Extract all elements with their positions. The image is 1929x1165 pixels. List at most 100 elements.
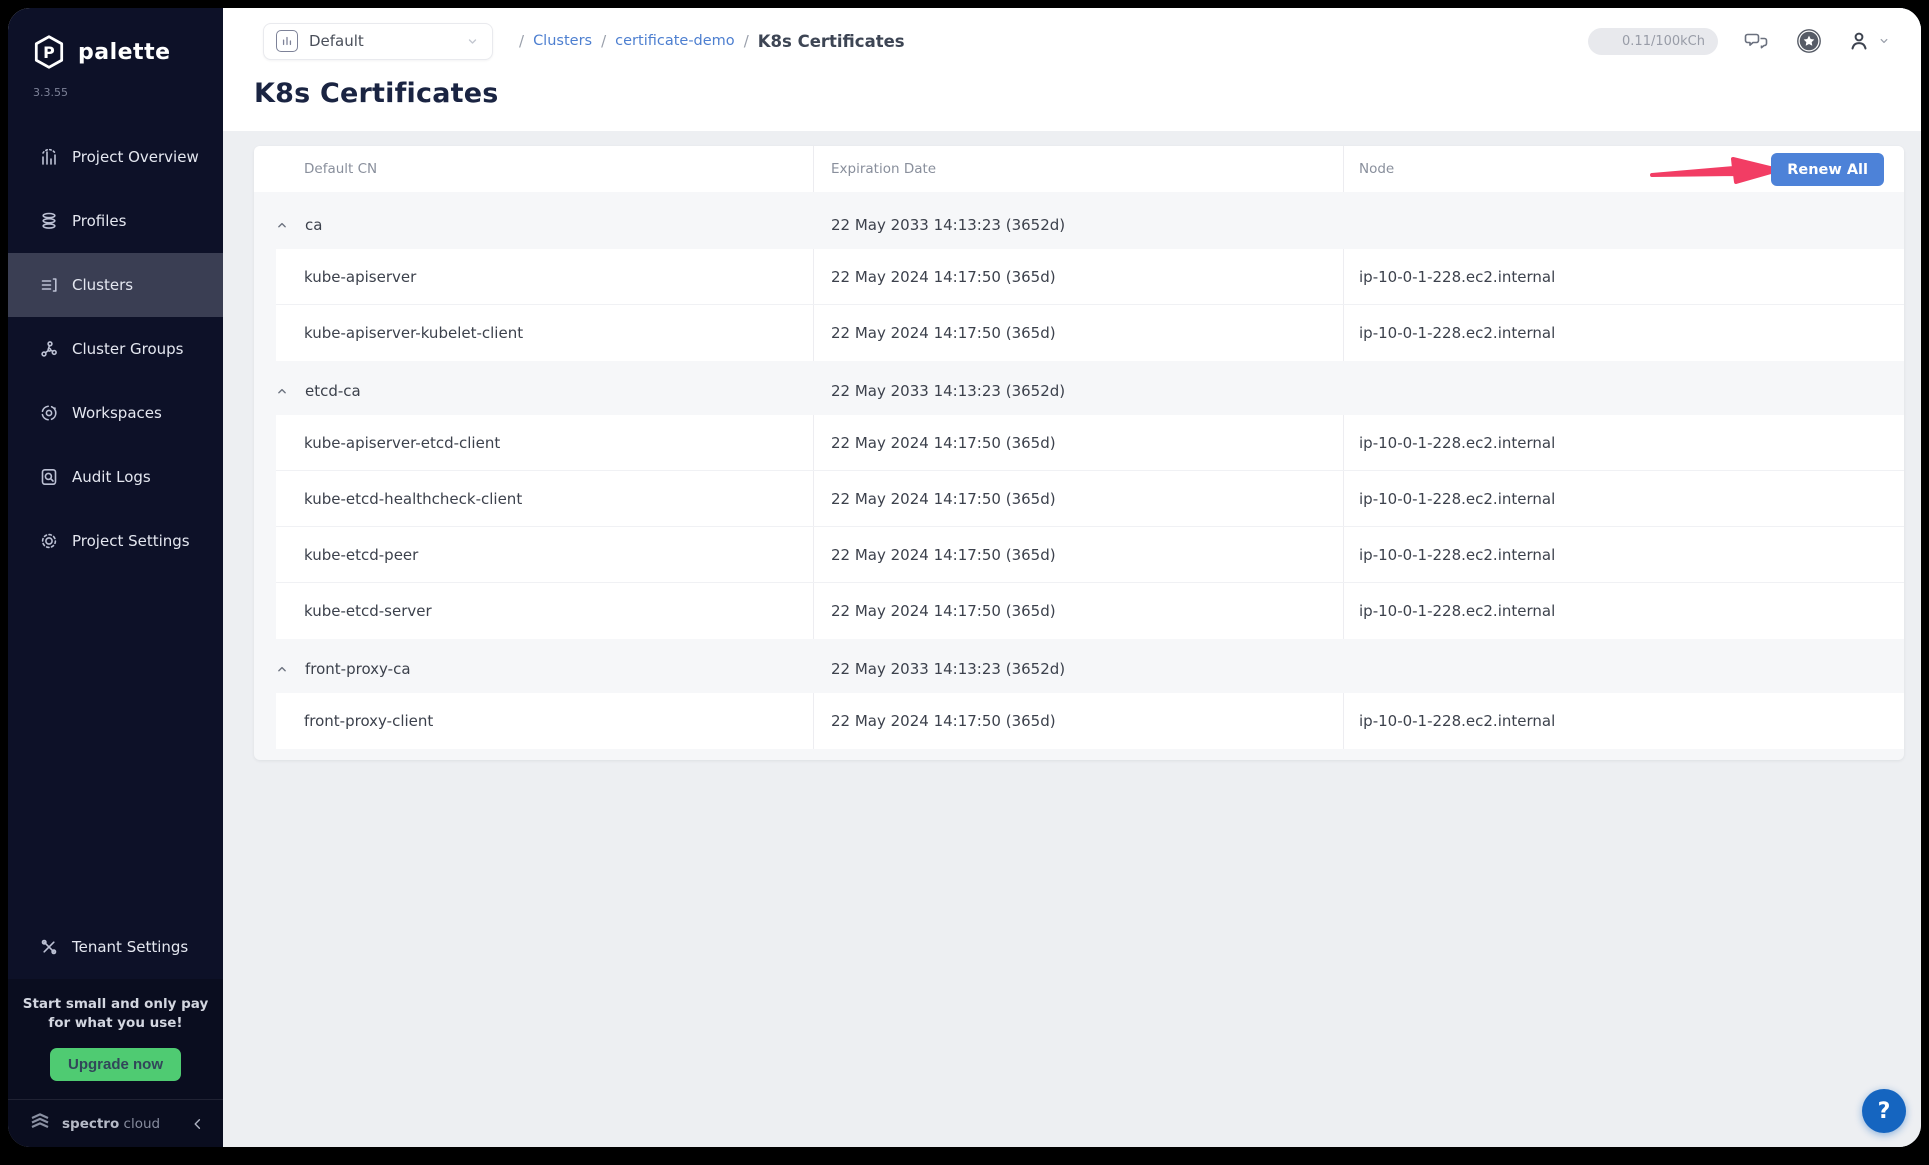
cert-node: ip-10-0-1-228.ec2.internal bbox=[1359, 433, 1556, 452]
breadcrumb-item: K8s Certificates bbox=[757, 31, 905, 51]
cert-name: kube-etcd-server bbox=[276, 583, 814, 639]
cert-node: ip-10-0-1-228.ec2.internal bbox=[1359, 712, 1556, 730]
chevron-down-icon bbox=[465, 34, 480, 49]
user-menu[interactable] bbox=[1848, 30, 1891, 52]
network-icon bbox=[39, 339, 59, 359]
group-expiration: 22 May 2033 14:13:23 (3652d) bbox=[831, 381, 1066, 400]
sidebar-item-workspaces[interactable]: Workspaces bbox=[8, 381, 223, 445]
cert-name: kube-apiserver-etcd-client bbox=[276, 415, 814, 470]
sidebar-item-project-settings[interactable]: Project Settings bbox=[8, 509, 223, 573]
group-children: front-proxy-client 22 May 2024 14:17:50 (… bbox=[276, 693, 1904, 749]
star-badge-icon[interactable] bbox=[1796, 28, 1822, 54]
table-group-row[interactable]: front-proxy-ca 22 May 2033 14:13:23 (3652… bbox=[254, 646, 1904, 691]
cert-node: ip-10-0-1-228.ec2.internal bbox=[1359, 489, 1556, 508]
promo-text-line1: Start small and only pay bbox=[22, 995, 209, 1012]
chevron-down-icon bbox=[1877, 34, 1891, 48]
chevron-up-icon[interactable] bbox=[275, 662, 289, 676]
sidebar-nav: Project Overview Profiles Clusters Cluster … bbox=[8, 125, 223, 573]
sidebar-item-project-overview[interactable]: Project Overview bbox=[8, 125, 223, 189]
brand-logo[interactable]: P palette bbox=[8, 8, 223, 70]
breadcrumb-separator: / bbox=[601, 32, 607, 50]
sidebar-item-profiles[interactable]: Profiles bbox=[8, 189, 223, 253]
group-expiration: 22 May 2033 14:13:23 (3652d) bbox=[831, 215, 1066, 234]
renew-all-button[interactable]: Renew All bbox=[1771, 153, 1884, 186]
sidebar-item-cluster-groups[interactable]: Cluster Groups bbox=[8, 317, 223, 381]
group-expiration: 22 May 2033 14:13:23 (3652d) bbox=[831, 659, 1066, 678]
sidebar: P palette 3.3.55 Project Overview Profile… bbox=[8, 8, 223, 1147]
main-content: Default / Clusters / certificate-demo / K8s C… bbox=[223, 8, 1921, 1147]
chevron-up-icon[interactable] bbox=[275, 384, 289, 398]
topbar-actions: 0.11/100kCh bbox=[1588, 27, 1891, 55]
table-row[interactable]: kube-apiserver-etcd-client 22 May 2024 14… bbox=[276, 415, 1904, 471]
breadcrumb-separator: / bbox=[519, 32, 525, 50]
group-children: kube-apiserver-etcd-client 22 May 2024 14… bbox=[276, 415, 1904, 639]
cert-expiration: 22 May 2024 14:17:50 (365d) bbox=[814, 693, 1344, 749]
cert-name: kube-etcd-peer bbox=[276, 527, 814, 582]
cert-node: ip-10-0-1-228.ec2.internal bbox=[1359, 545, 1556, 564]
bar-chart-icon bbox=[39, 147, 59, 167]
palette-hexagon-logo-icon: P bbox=[32, 34, 66, 70]
sidebar-item-tenant-settings[interactable]: Tenant Settings bbox=[8, 915, 223, 979]
project-selector-value: Default bbox=[309, 32, 364, 50]
table-row[interactable]: front-proxy-client 22 May 2024 14:17:50 (… bbox=[276, 693, 1904, 749]
database-icon bbox=[39, 211, 59, 231]
project-chart-icon bbox=[276, 30, 298, 52]
cert-expiration: 22 May 2024 14:17:50 (365d) bbox=[814, 583, 1344, 639]
upgrade-promo: Start small and only pay for what you us… bbox=[8, 978, 223, 1099]
sidebar-item-label: Clusters bbox=[72, 276, 134, 294]
sidebar-item-label: Audit Logs bbox=[72, 468, 151, 486]
sidebar-item-label: Cluster Groups bbox=[72, 340, 184, 358]
sidebar-item-label: Tenant Settings bbox=[72, 937, 189, 956]
brand-name: palette bbox=[78, 39, 171, 65]
spectro-cloud-logo-icon bbox=[28, 1111, 52, 1137]
orbit-icon bbox=[39, 403, 59, 423]
cert-expiration: 22 May 2024 14:17:50 (365d) bbox=[814, 471, 1344, 526]
user-icon bbox=[1848, 30, 1870, 52]
column-header-expiration-date: Expiration Date bbox=[814, 146, 1344, 192]
table-body: ca 22 May 2033 14:13:23 (3652d) kube-apise… bbox=[254, 192, 1904, 760]
title-row: K8s Certificates bbox=[223, 64, 1921, 131]
tenant-settings-slot: Tenant Settings bbox=[8, 915, 223, 979]
table-row[interactable]: kube-etcd-server 22 May 2024 14:17:50 (36… bbox=[276, 583, 1904, 639]
cert-node: ip-10-0-1-228.ec2.internal bbox=[1359, 267, 1556, 286]
certificates-table: Default CN Expiration Date Node Renew Al… bbox=[254, 146, 1904, 760]
cert-expiration: 22 May 2024 14:17:50 (365d) bbox=[814, 249, 1344, 304]
help-button[interactable]: ? bbox=[1862, 1089, 1906, 1133]
svg-text:P: P bbox=[43, 43, 55, 62]
page-header: Default / Clusters / certificate-demo / K8s C… bbox=[223, 8, 1921, 131]
project-selector-dropdown[interactable]: Default bbox=[263, 22, 493, 60]
table-row[interactable]: kube-etcd-peer 22 May 2024 14:17:50 (365d… bbox=[276, 527, 1904, 583]
group-name: front-proxy-ca bbox=[305, 659, 411, 678]
sidebar-item-label: Project Settings bbox=[72, 532, 190, 550]
collapse-sidebar-chevron-left-icon[interactable] bbox=[191, 1117, 205, 1131]
sidebar-item-audit-logs[interactable]: Audit Logs bbox=[8, 445, 223, 509]
breadcrumb-item[interactable]: certificate-demo bbox=[615, 33, 735, 49]
chat-feedback-icon[interactable] bbox=[1744, 29, 1770, 53]
cert-node: ip-10-0-1-228.ec2.internal bbox=[1359, 602, 1556, 620]
sidebar-item-label: Profiles bbox=[72, 212, 127, 230]
list-icon bbox=[39, 275, 59, 295]
group-name: ca bbox=[305, 215, 323, 234]
promo-text-line2: for what you use! bbox=[48, 1015, 183, 1032]
tools-icon bbox=[39, 937, 59, 957]
cert-expiration: 22 May 2024 14:17:50 (365d) bbox=[814, 305, 1344, 361]
chevron-up-icon[interactable] bbox=[275, 218, 289, 232]
table-row[interactable]: kube-apiserver 22 May 2024 14:17:50 (365d… bbox=[276, 249, 1904, 305]
column-header-default-cn: Default CN bbox=[254, 146, 814, 192]
group-name: etcd-ca bbox=[305, 381, 361, 400]
cert-name: kube-apiserver-kubelet-client bbox=[276, 305, 814, 361]
doc-search-icon bbox=[39, 467, 59, 487]
cert-name: kube-etcd-healthcheck-client bbox=[276, 471, 814, 526]
table-row[interactable]: kube-apiserver-kubelet-client 22 May 2024… bbox=[276, 305, 1904, 361]
table-group-row[interactable]: etcd-ca 22 May 2033 14:13:23 (3652d) bbox=[254, 368, 1904, 413]
usage-quota-badge: 0.11/100kCh bbox=[1588, 27, 1718, 55]
breadcrumb-item[interactable]: Clusters bbox=[533, 33, 592, 49]
upgrade-now-button[interactable]: Upgrade now bbox=[49, 1048, 181, 1081]
table-group-row[interactable]: ca 22 May 2033 14:13:23 (3652d) bbox=[254, 202, 1904, 247]
cert-expiration: 22 May 2024 14:17:50 (365d) bbox=[814, 415, 1344, 470]
table-row[interactable]: kube-etcd-healthcheck-client 22 May 2024 … bbox=[276, 471, 1904, 527]
cert-expiration: 22 May 2024 14:17:50 (365d) bbox=[814, 527, 1344, 582]
sidebar-item-clusters[interactable]: Clusters bbox=[8, 253, 223, 317]
cert-name: front-proxy-client bbox=[276, 693, 814, 749]
